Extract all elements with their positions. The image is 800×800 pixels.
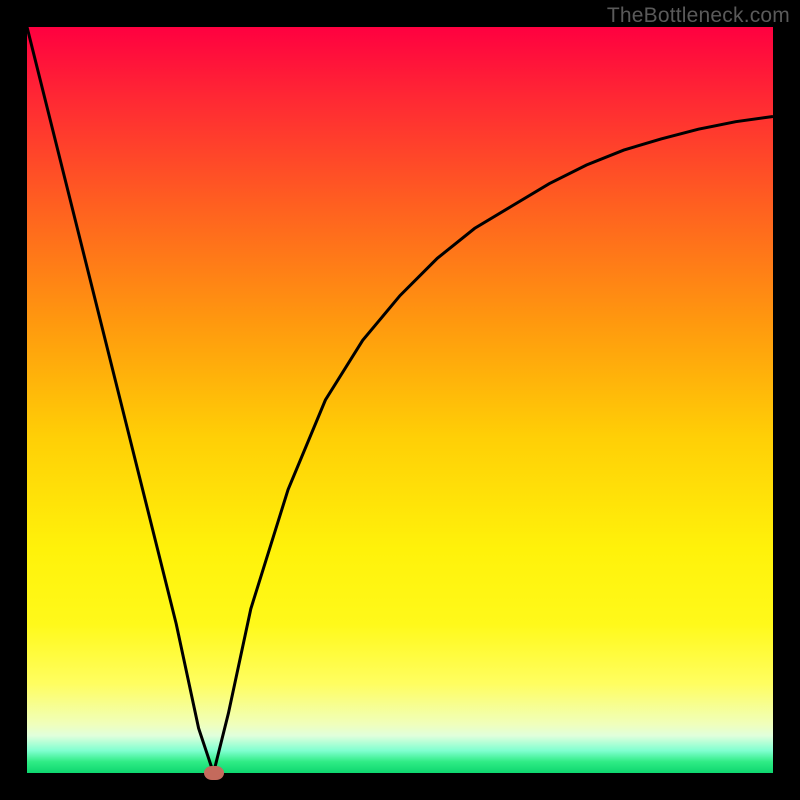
chart-plot-area <box>27 27 773 773</box>
optimal-marker <box>204 766 224 780</box>
watermark-text: TheBottleneck.com <box>607 4 790 28</box>
